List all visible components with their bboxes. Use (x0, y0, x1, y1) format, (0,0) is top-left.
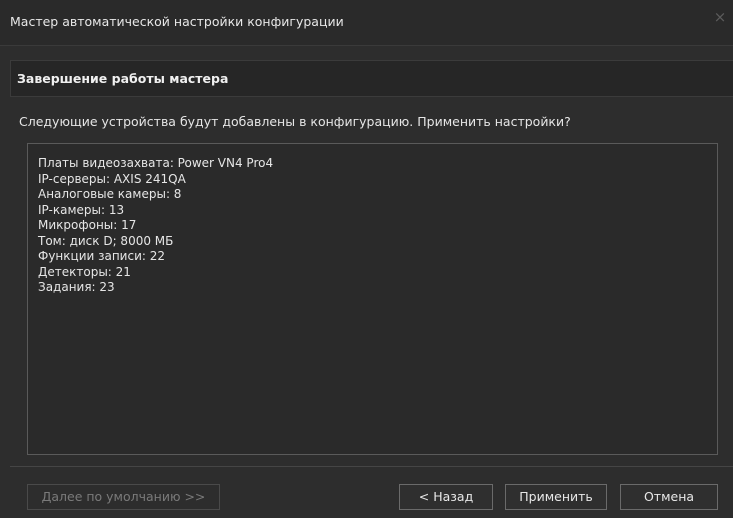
summary-line-detectors: Детекторы: 21 (38, 264, 131, 279)
title-bar: Мастер автоматической настройки конфигур… (0, 0, 733, 46)
summary-line-recording-functions: Функции записи: 22 (38, 249, 166, 263)
summary-line-tasks: Задания: 23 (38, 280, 115, 294)
summary-line-capture-boards: Платы видеозахвата: Power VN4 Pro4 (38, 156, 274, 170)
section-title: Завершение работы мастера (17, 71, 229, 86)
devices-summary-box[interactable]: Платы видеозахвата: Power VN4 Pro4 IP-се… (27, 143, 718, 455)
close-icon[interactable]: × (712, 9, 728, 25)
cancel-button[interactable]: Отмена (620, 484, 718, 510)
summary-line-analog-cameras: Аналоговые камеры: 8 (38, 187, 182, 201)
summary-line-microphones: Микрофоны: 17 (38, 218, 137, 232)
summary-line-ip-cameras: IP-камеры: 13 (38, 202, 125, 217)
footer-divider (10, 466, 733, 467)
section-header: Завершение работы мастера (10, 60, 733, 97)
wizard-window: Мастер автоматической настройки конфигур… (0, 0, 733, 518)
next-default-button[interactable]: Далее по умолчанию >> (27, 484, 220, 510)
apply-button[interactable]: Применить (505, 484, 607, 510)
summary-line-volume: Том: диск D; 8000 МБ (38, 233, 174, 248)
summary-line-ip-servers: IP-серверы: AXIS 241QA (38, 171, 186, 186)
window-title: Мастер автоматической настройки конфигур… (10, 14, 344, 29)
back-button[interactable]: < Назад (399, 484, 493, 510)
confirmation-prompt: Следующие устройства будут добавлены в к… (19, 114, 571, 129)
